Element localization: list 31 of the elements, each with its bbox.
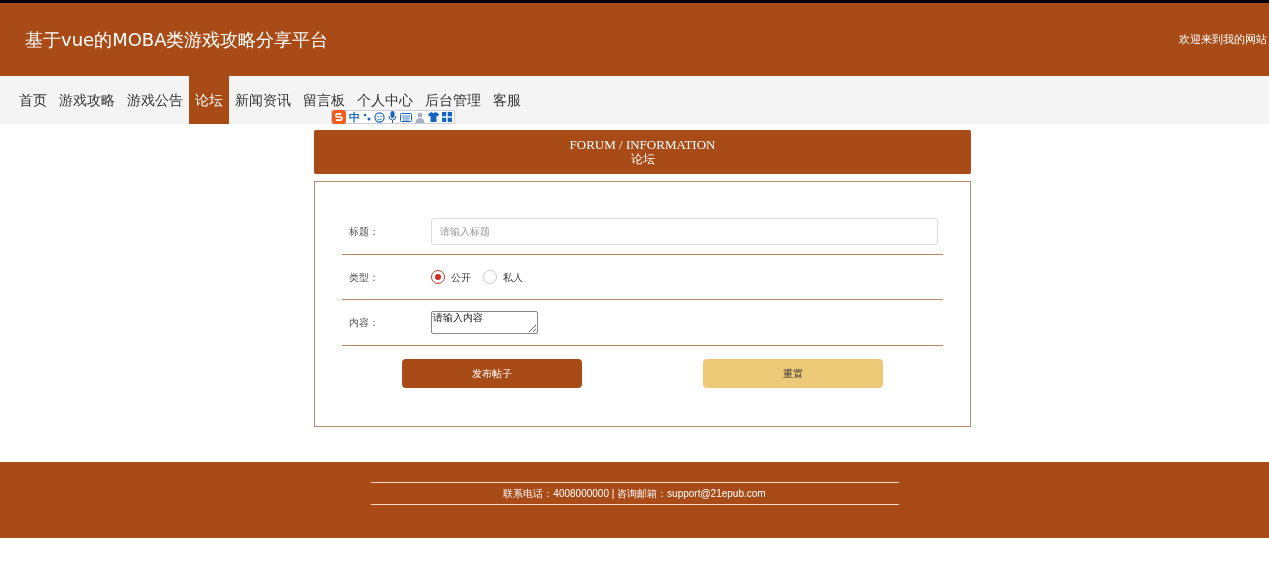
reset-button[interactable]: 重置 [703, 359, 883, 388]
title-input-field[interactable]: 请输入标题 [431, 218, 938, 245]
content-text-area[interactable]: 请输入内容 [431, 311, 538, 334]
nav-tab[interactable]: 留言板 [297, 89, 351, 111]
nav-tab[interactable]: 新闻资讯 [229, 89, 297, 111]
nav-tab[interactable]: 客服 [487, 89, 527, 111]
ime-logo-icon[interactable] [332, 110, 346, 124]
section-title-en: FORUM / INFORMATION [569, 137, 716, 152]
nav-tab[interactable]: 游戏攻略 [53, 89, 121, 111]
punctuation-icon[interactable] [363, 112, 371, 122]
nav-tab[interactable]: 游戏公告 [121, 89, 189, 111]
emoji-icon[interactable] [374, 111, 385, 123]
grid-icon[interactable] [442, 112, 452, 122]
field-label: 内容： [349, 316, 380, 330]
publish-button[interactable]: 发布帖子 [402, 359, 582, 388]
welcome-text: 欢迎来到我的网站 [1179, 32, 1267, 48]
keyboard-icon[interactable] [400, 112, 412, 122]
nav-tab[interactable]: 后台管理 [419, 89, 487, 111]
contact-info: 联系电话：4008000000 | 咨询邮箱：support@21epub.com [503, 487, 766, 501]
section-title: 论坛 [630, 152, 655, 167]
radio-label: 私人 [503, 270, 523, 285]
ime-mode-toggle[interactable]: 中 [349, 111, 360, 123]
field-label: 标题： [349, 225, 380, 239]
nav-tab[interactable]: 个人中心 [351, 89, 419, 111]
site-title: 基于vue的MOBA类游戏攻略分享平台 [25, 28, 329, 52]
microphone-icon[interactable] [388, 111, 397, 123]
nav-tab[interactable]: 首页 [13, 89, 53, 111]
field-label: 类型： [349, 270, 380, 285]
nav-tab[interactable]: 论坛 [189, 76, 229, 124]
radio-label: 公开 [451, 270, 471, 285]
shirt-icon[interactable] [428, 112, 439, 122]
